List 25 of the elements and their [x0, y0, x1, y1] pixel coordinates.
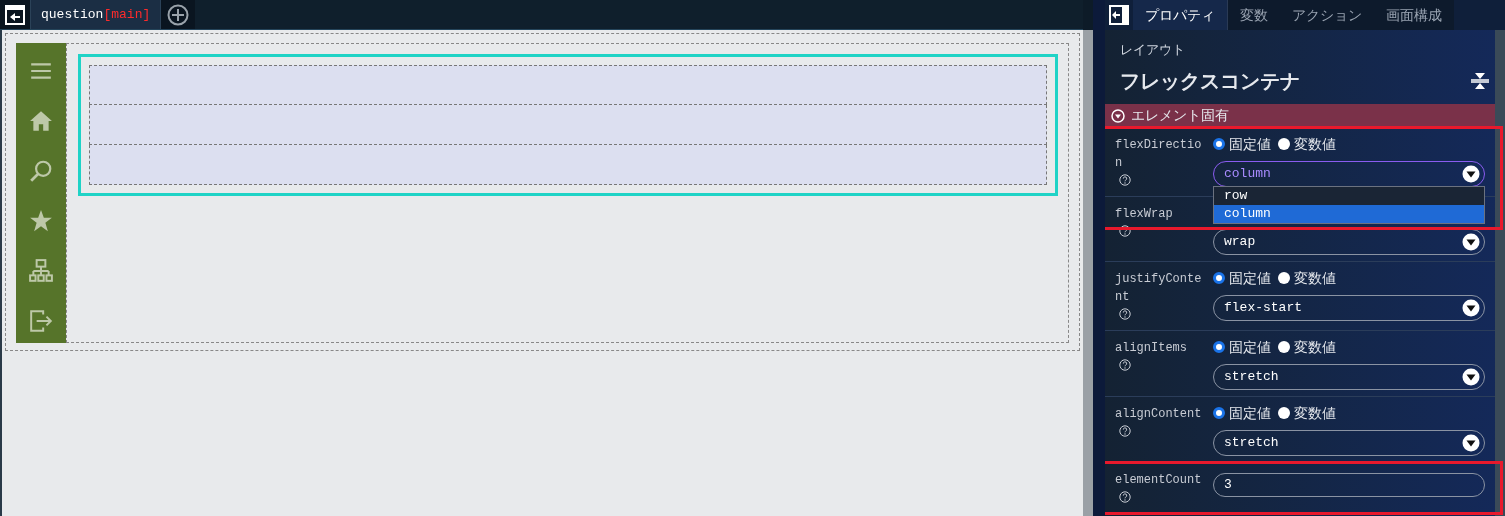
- panel-tab[interactable]: 変数: [1228, 0, 1280, 30]
- input-field[interactable]: 3: [1213, 472, 1485, 497]
- radio-label: 変数値: [1294, 268, 1336, 288]
- property-label: elementCount: [1115, 471, 1203, 489]
- component-title: フレックスコンテナ: [1120, 68, 1300, 94]
- panel-tab[interactable]: プロパティ: [1133, 0, 1228, 30]
- radio-label: 固定値: [1229, 268, 1271, 288]
- component-category: レイアウト: [1120, 41, 1186, 59]
- radio-label: 変数値: [1294, 403, 1336, 423]
- radio-label: 固定値: [1229, 134, 1271, 154]
- property-label: justifyContent: [1115, 270, 1203, 306]
- dropdown-option[interactable]: column: [1214, 204, 1484, 223]
- radio-label: 変数値: [1294, 337, 1336, 357]
- panel-tab[interactable]: 画面構成: [1374, 0, 1454, 30]
- property-label: flexDirection: [1115, 136, 1203, 172]
- property-label: alignItems: [1115, 339, 1188, 357]
- panel-tab[interactable]: アクション: [1280, 0, 1374, 30]
- section-header[interactable]: エレメント固有: [1105, 103, 1495, 128]
- radio-label: 変数値: [1294, 134, 1336, 154]
- radio-label: 固定値: [1229, 337, 1271, 357]
- dropdown-option[interactable]: row: [1214, 186, 1484, 205]
- radio-label: 固定値: [1229, 403, 1271, 423]
- property-label: flexWrap: [1115, 205, 1174, 223]
- editor-tab[interactable]: question[main]: [30, 0, 162, 29]
- property-label: alignContent: [1115, 405, 1203, 423]
